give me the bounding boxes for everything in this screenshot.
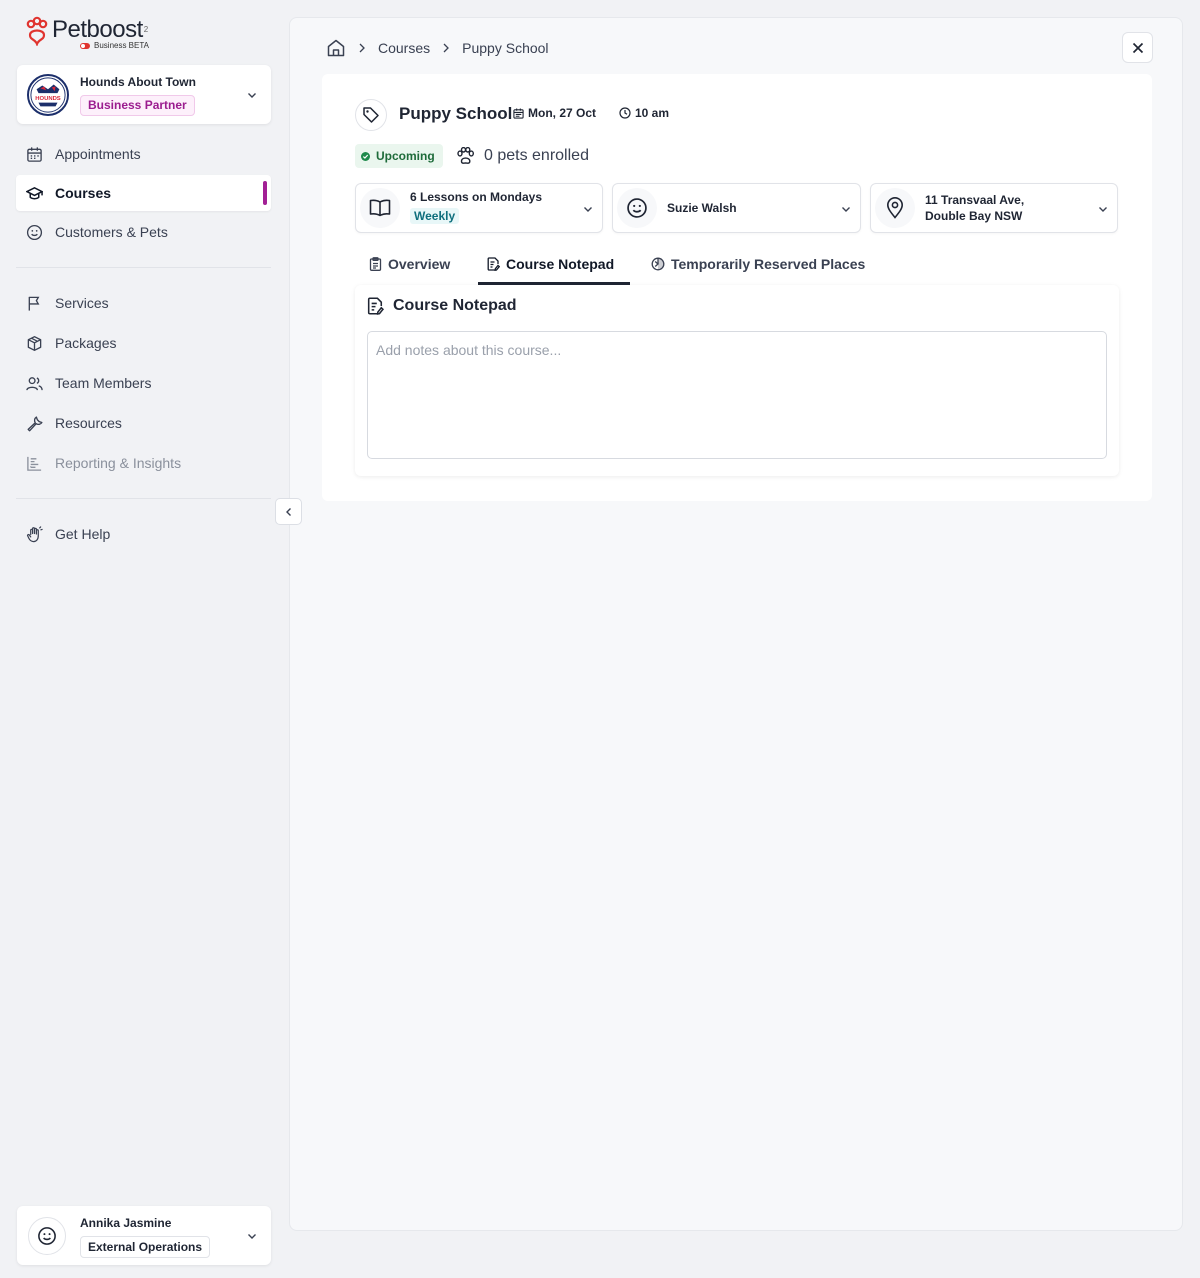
chevron-down-icon bbox=[842, 207, 850, 212]
notepad-icon bbox=[367, 297, 384, 315]
paw-icon bbox=[457, 147, 475, 164]
nav-label: Appointments bbox=[55, 146, 141, 162]
schedule-label: 6 Lessons on Mondays bbox=[410, 190, 543, 204]
business-name: Hounds About Town bbox=[80, 75, 196, 89]
sidebar: Petboost2 Business BETA HOUNDS Hounds Ab… bbox=[0, 0, 288, 1278]
business-partner-badge: Business Partner bbox=[80, 95, 195, 116]
chevron-down-icon bbox=[248, 93, 256, 98]
package-icon bbox=[27, 335, 42, 351]
business-switcher[interactable]: HOUNDS Hounds About Town Business Partne… bbox=[17, 65, 271, 124]
nav-item-services[interactable]: Services bbox=[16, 285, 271, 321]
tab-overview[interactable]: Overview bbox=[369, 244, 450, 284]
clock-icon bbox=[619, 107, 631, 119]
nav-divider bbox=[16, 267, 271, 268]
instructor-dropdown[interactable]: Suzie Walsh bbox=[612, 183, 861, 233]
status-badge: Upcoming bbox=[355, 144, 443, 168]
close-icon bbox=[1132, 42, 1143, 53]
brand-name: Petboost2 bbox=[52, 16, 148, 43]
smile-icon bbox=[26, 224, 43, 240]
tab-course-notepad[interactable]: Course Notepad bbox=[478, 244, 631, 285]
smile-icon bbox=[627, 198, 647, 218]
smile-icon bbox=[38, 1227, 56, 1245]
nav-item-reporting-insights[interactable]: Reporting & Insights bbox=[16, 445, 271, 481]
book-icon-container bbox=[360, 188, 400, 228]
nav-label: Get Help bbox=[55, 526, 111, 542]
location-icon-container bbox=[875, 188, 915, 228]
nav-label: Customers & Pets bbox=[55, 224, 168, 240]
nav-label: Resources bbox=[55, 415, 122, 431]
check-circle-icon bbox=[361, 151, 370, 161]
close-button[interactable] bbox=[1122, 32, 1153, 63]
breadcrumb-current: Puppy School bbox=[462, 40, 549, 56]
beta-toggle-icon bbox=[80, 42, 90, 49]
course-title: Puppy School bbox=[399, 104, 513, 123]
user-role-badge: External Operations bbox=[80, 1236, 211, 1258]
calendar-icon bbox=[513, 107, 524, 119]
tag-icon-container bbox=[355, 99, 387, 131]
collapse-sidebar-button[interactable] bbox=[275, 498, 302, 525]
location-address: 11 Transvaal Ave, Double Bay NSW bbox=[925, 192, 1024, 224]
nav-label: Packages bbox=[55, 335, 117, 351]
instructor-name: Suzie Walsh bbox=[667, 201, 737, 215]
course-date: Mon, 27 Oct bbox=[513, 106, 596, 120]
breadcrumb: Courses Puppy School bbox=[326, 38, 549, 58]
business-logo: HOUNDS bbox=[27, 74, 69, 116]
nav-item-team-members[interactable]: Team Members bbox=[16, 365, 271, 401]
course-notes-textarea[interactable] bbox=[367, 331, 1107, 459]
wrench-icon bbox=[27, 415, 43, 431]
chevron-right-icon bbox=[443, 43, 450, 53]
nav-label: Team Members bbox=[55, 375, 152, 391]
chart-icon bbox=[27, 456, 42, 471]
flag-icon bbox=[28, 296, 40, 311]
address-line-2: Double Bay NSW bbox=[925, 209, 1023, 223]
map-pin-icon bbox=[886, 197, 904, 219]
home-icon[interactable] bbox=[326, 38, 346, 58]
location-dropdown[interactable]: 11 Transvaal Ave, Double Bay NSW bbox=[870, 183, 1118, 233]
notepad-icon bbox=[487, 257, 500, 271]
tab-temporarily-reserved-places[interactable]: Temporarily Reserved Places bbox=[651, 244, 865, 284]
nav-label: Services bbox=[55, 295, 109, 311]
chevron-down-icon bbox=[248, 1234, 256, 1239]
avatar bbox=[28, 1217, 66, 1255]
course-notepad-panel: Course Notepad bbox=[355, 285, 1119, 476]
nav-item-appointments[interactable]: Appointments bbox=[16, 136, 271, 172]
timer-icon bbox=[651, 257, 665, 271]
calendar-icon bbox=[27, 146, 42, 162]
breadcrumb-courses[interactable]: Courses bbox=[378, 40, 430, 56]
enrolled-count: 0 pets enrolled bbox=[456, 144, 589, 168]
course-details-card: Puppy School Mon, 27 Oct 10 am Upcoming … bbox=[322, 74, 1152, 501]
paw-logo-icon bbox=[26, 16, 48, 46]
course-time: 10 am bbox=[619, 106, 669, 120]
nav-item-courses[interactable]: Courses bbox=[16, 175, 271, 211]
instructor-avatar bbox=[617, 188, 657, 228]
schedule-info: 6 Lessons on Mondays Weekly bbox=[410, 189, 542, 224]
notepad-title: Course Notepad bbox=[367, 297, 517, 315]
book-open-icon bbox=[369, 199, 391, 217]
graduation-cap-icon bbox=[26, 186, 43, 199]
user-menu[interactable]: Annika Jasmine External Operations bbox=[17, 1206, 271, 1265]
chevron-down-icon bbox=[1099, 207, 1107, 212]
chevron-down-icon bbox=[584, 207, 592, 212]
chevron-left-icon bbox=[285, 507, 291, 516]
nav-label: Reporting & Insights bbox=[55, 455, 182, 471]
svg-text:HOUNDS: HOUNDS bbox=[35, 96, 61, 102]
clipboard-icon bbox=[369, 257, 382, 271]
address-line-1: 11 Transvaal Ave, bbox=[925, 193, 1025, 207]
hand-icon bbox=[27, 525, 43, 542]
schedule-dropdown[interactable]: 6 Lessons on Mondays Weekly bbox=[355, 183, 603, 233]
nav-item-resources[interactable]: Resources bbox=[16, 405, 271, 441]
nav-item-get-help[interactable]: Get Help bbox=[16, 516, 271, 552]
nav-divider bbox=[16, 498, 271, 499]
nav-item-customers-pets[interactable]: Customers & Pets bbox=[16, 214, 271, 250]
nav-item-packages[interactable]: Packages bbox=[16, 325, 271, 361]
active-indicator bbox=[263, 181, 267, 205]
chevron-right-icon bbox=[359, 43, 365, 53]
brand-subtitle: Business BETA bbox=[80, 41, 149, 50]
tag-icon bbox=[363, 107, 379, 123]
frequency-badge: Weekly bbox=[410, 208, 460, 224]
nav-label: Courses bbox=[55, 185, 112, 201]
users-icon bbox=[26, 376, 43, 390]
course-panel: Courses Puppy School Puppy School Mon, 2… bbox=[289, 17, 1183, 1231]
user-name: Annika Jasmine bbox=[80, 1216, 172, 1230]
